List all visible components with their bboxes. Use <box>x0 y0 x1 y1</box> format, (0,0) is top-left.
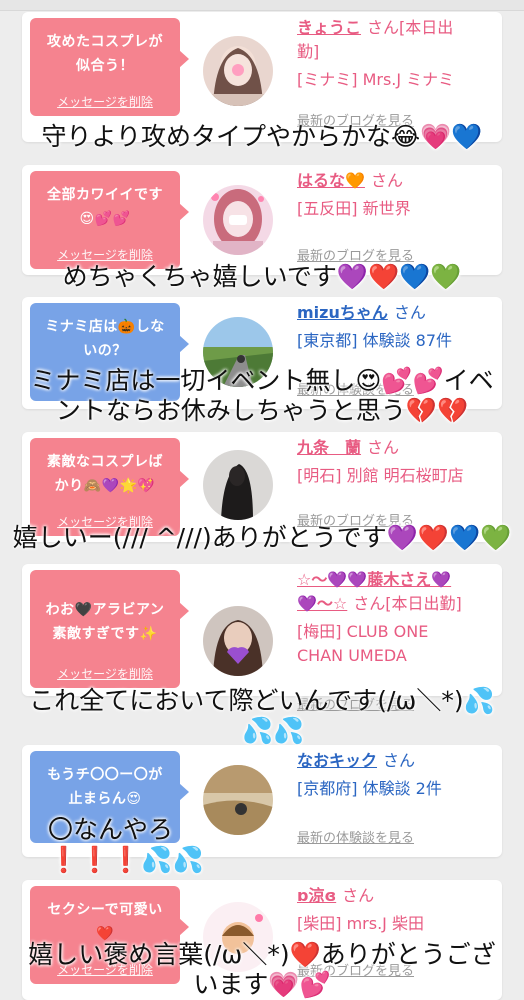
profile-name-line: ☆〜💜💜藤木さえ💜 <box>297 568 497 592</box>
honorific-label: さん <box>383 751 416 770</box>
honorific-label: さん <box>393 303 426 322</box>
shop-name-line: CHAN UMEDA <box>297 646 407 665</box>
profile-name-link[interactable]: ɒ涼ɞ <box>297 886 336 905</box>
profile-name-link[interactable]: 💜〜☆ <box>297 594 347 613</box>
profile-name-link[interactable]: なおキック <box>297 751 377 770</box>
message-text-line: ミナミ店は🎃しな <box>45 319 165 335</box>
delete-message-link[interactable]: メッセージを削除 <box>30 246 180 263</box>
message-text-line: 似合う！ <box>76 58 134 74</box>
message-text-line: 素敵なコスプレば <box>47 454 163 470</box>
honorific-label: さん <box>367 438 400 457</box>
message-text-line: わお🖤アラビアン <box>45 602 165 618</box>
profile-info: はるな🧡 さん [五反田] 新世界 <box>297 169 497 221</box>
honorific-label: さん[本日出 <box>367 18 454 37</box>
caption-line: います💗💕 <box>193 970 331 999</box>
caption-line: ントならお休みしちゃうと思う💔💔 <box>55 396 469 425</box>
profile-info: ɒ涼ɞ さん [柴田] mrs.J 柴田 <box>297 884 497 936</box>
avatar[interactable] <box>203 36 273 106</box>
message-bubble: 全部カワイイです 😍💕💕 メッセージを削除 <box>30 171 189 269</box>
message-card: 全部カワイイです 😍💕💕 メッセージを削除 はるな🧡 さん [五反田] 新世界 最… <box>22 165 502 275</box>
message-text-line: かり🙈💜🌟💖 <box>54 478 156 494</box>
honorific-label: さん[本日出勤] <box>353 594 462 613</box>
caption-overlay: ミナミ店は一切イベント無し😍💕💕イベ ントならお休みしちゃうと思う💔💔 <box>0 366 524 426</box>
experience-link[interactable]: [東京都] 体験談 87件 <box>297 329 497 353</box>
profile-name-line: ɒ涼ɞ さん <box>297 884 497 908</box>
profile-name-link[interactable]: mizuちゃん <box>297 303 388 322</box>
avatar[interactable] <box>203 450 273 520</box>
caption-line: 〇なんやろ <box>48 815 174 844</box>
message-text-line: 😍💕💕 <box>79 211 131 227</box>
caption-overlay: これ全てにおいて際どいんです(/ω＼*)💦 💦💦 <box>0 686 524 746</box>
profile-info: なおキック さん [京都府] 体験談 2件 <box>297 749 497 801</box>
shop-link[interactable]: [明石] 別館 明石桜町店 <box>297 464 497 488</box>
message-text-line: 止まらん😍 <box>68 791 142 807</box>
profile-name-line: 九条 蘭さん <box>297 436 497 460</box>
avatar[interactable] <box>203 185 273 255</box>
message-text-line: 素敵すぎです✨ <box>52 626 158 642</box>
caption-line: ミナミ店は一切イベント無し😍💕💕イベ <box>30 366 494 395</box>
caption-line: ❗❗❗💦💦 <box>48 845 204 874</box>
honorific-label: さん <box>342 886 375 905</box>
message-card: わお🖤アラビアン 素敵すぎです✨ メッセージを削除 ☆〜💜💜藤木さえ💜 💜〜☆ さ… <box>22 564 502 713</box>
profile-name-line: 勤] <box>297 42 320 61</box>
caption-overlay: めちゃくちゃ嬉しいです💜❤️💙💚 <box>0 262 524 292</box>
shop-link[interactable]: [梅田] CLUB ONE CHAN UMEDA <box>297 620 497 668</box>
caption-line: 守りより攻めタイプやからかな😂💗💙 <box>41 122 483 151</box>
profile-info: きょうこ さん[本日出 勤] [ミナミ] Mrs.J ミナミ <box>297 16 497 92</box>
message-bubble: わお🖤アラビアン 素敵すぎです✨ メッセージを削除 <box>30 570 189 688</box>
delete-message-link[interactable]: メッセージを削除 <box>30 93 180 110</box>
caption-overlay: 守りより攻めタイプやからかな😂💗💙 <box>0 122 524 152</box>
message-text-line: 全部カワイイです <box>47 187 163 203</box>
profile-name-link[interactable]: 九条 蘭 <box>297 438 361 457</box>
delete-message-link[interactable]: メッセージを削除 <box>30 665 180 682</box>
caption-line: 嬉しいー(/// ^///)ありがとうです💜❤️💙💚 <box>12 523 512 552</box>
shop-link[interactable]: [五反田] 新世界 <box>297 197 497 221</box>
profile-name-line: きょうこ さん[本日出 <box>297 16 497 40</box>
message-bubble: 素敵なコスプレば かり🙈💜🌟💖 メッセージを削除 <box>30 438 189 536</box>
profile-name-line: なおキック さん <box>297 749 497 773</box>
caption-line: 嬉しい褒め言葉(/ω＼*)❤️ありがとうござ <box>28 940 496 969</box>
caption-line: めちゃくちゃ嬉しいです💜❤️💙💚 <box>62 262 462 291</box>
caption-line: これ全てにおいて際どいんです(/ω＼*)💦 <box>29 686 495 715</box>
profile-info: ☆〜💜💜藤木さえ💜 💜〜☆ さん[本日出勤] [梅田] CLUB ONE CHAN… <box>297 568 497 668</box>
profile-name-link[interactable]: はるな🧡 <box>297 171 365 190</box>
message-text-line: 攻めたコスプレが <box>47 34 163 50</box>
profile-name-line: mizuちゃん さん <box>297 301 497 325</box>
caption-overlay: 嬉しい褒め言葉(/ω＼*)❤️ありがとうござ います💗💕 <box>0 940 524 1000</box>
shop-link[interactable]: [柴田] mrs.J 柴田 <box>297 912 497 936</box>
shop-link[interactable]: [ミナミ] Mrs.J ミナミ <box>297 68 497 92</box>
profile-name-link[interactable]: きょうこ <box>297 18 361 37</box>
shop-name-line: [梅田] CLUB ONE <box>297 622 429 641</box>
top-bar <box>0 0 524 11</box>
profile-info: 九条 蘭さん [明石] 別館 明石桜町店 <box>297 436 497 488</box>
caption-line: 💦💦 <box>242 716 305 745</box>
caption-overlay: 〇なんやろ ❗❗❗💦💦 <box>0 815 524 875</box>
caption-overlay: 嬉しいー(/// ^///)ありがとうです💜❤️💙💚 <box>0 523 524 553</box>
message-bubble: 攻めたコスプレが 似合う！ メッセージを削除 <box>30 18 189 116</box>
message-text-line: いの？ <box>83 343 127 359</box>
avatar[interactable] <box>203 606 273 676</box>
profile-info: mizuちゃん さん [東京都] 体験談 87件 <box>297 301 497 353</box>
profile-name-link[interactable]: ☆〜💜💜藤木さえ💜 <box>297 570 451 589</box>
profile-name-line: 💜〜☆ さん[本日出勤] <box>297 592 497 616</box>
profile-name-line: はるな🧡 さん <box>297 169 497 193</box>
honorific-label: さん <box>370 171 403 190</box>
experience-link[interactable]: [京都府] 体験談 2件 <box>297 777 497 801</box>
message-text-line: セクシーで可愛い <box>47 902 163 918</box>
message-text-line: もうチ〇〇ー〇が <box>47 767 163 783</box>
